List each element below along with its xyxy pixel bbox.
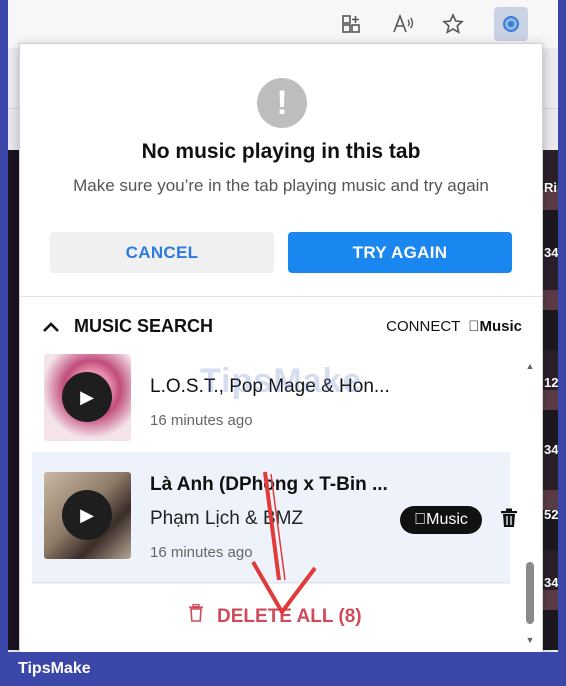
- apple-music-badge[interactable]: Music: [400, 506, 482, 534]
- bg-label: 34: [544, 245, 558, 260]
- cancel-button[interactable]: CANCEL: [50, 232, 274, 273]
- add-collection-icon[interactable]: [334, 7, 368, 41]
- song-time: 16 minutes ago: [150, 412, 253, 429]
- music-search-header[interactable]: MUSIC SEARCH CONNECT Music: [42, 316, 522, 340]
- annotation-arrow-icon: [251, 471, 317, 616]
- chevron-up-icon[interactable]: [42, 318, 60, 339]
- connect-label: CONNECT: [386, 318, 461, 335]
- bg-label: 34: [544, 442, 558, 457]
- apple-music-label: Music: [479, 318, 522, 335]
- apple-icon: : [414, 511, 426, 528]
- popup-title: No music playing in this tab: [141, 140, 421, 163]
- delete-item-icon[interactable]: [498, 508, 520, 534]
- try-again-button[interactable]: TRY AGAIN: [288, 232, 512, 273]
- watermark: TipsMake: [200, 362, 363, 400]
- music-search-title: MUSIC SEARCH: [74, 316, 214, 336]
- play-icon[interactable]: ▶: [62, 490, 112, 540]
- scroll-down-icon[interactable]: ▼: [524, 634, 536, 646]
- badge-label: Music: [420, 511, 468, 528]
- scroll-up-icon[interactable]: ▲: [524, 360, 536, 372]
- bg-label: 52: [544, 507, 558, 522]
- trash-icon: [188, 603, 209, 626]
- read-aloud-icon[interactable]: [386, 7, 420, 41]
- bg-label: 12: [544, 375, 558, 390]
- background-page-right: Rin 34 12 34 52 34: [542, 150, 558, 650]
- scroll-thumb[interactable]: [526, 562, 534, 624]
- play-icon[interactable]: ▶: [62, 372, 112, 422]
- footer-bar: TipsMake: [0, 652, 566, 686]
- exclamation-icon: !: [257, 78, 307, 128]
- album-thumbnail: ▶: [44, 472, 131, 559]
- browser-toolbar: [8, 0, 558, 48]
- connect-apple-music-link[interactable]: CONNECT Music: [386, 318, 522, 335]
- scrollbar[interactable]: ▲ ▼: [524, 360, 536, 646]
- bg-label: 34: [544, 575, 558, 590]
- bg-label: Rin: [544, 180, 558, 195]
- apple-icon: : [468, 318, 479, 335]
- album-thumbnail: ▶: [44, 354, 131, 441]
- divider: [20, 296, 542, 297]
- popup-subtitle: Make sure you’re in the tab playing musi…: [73, 176, 489, 195]
- footer-brand: TipsMake: [18, 660, 91, 677]
- extension-icon[interactable]: [494, 7, 528, 41]
- favorite-star-icon[interactable]: [436, 7, 470, 41]
